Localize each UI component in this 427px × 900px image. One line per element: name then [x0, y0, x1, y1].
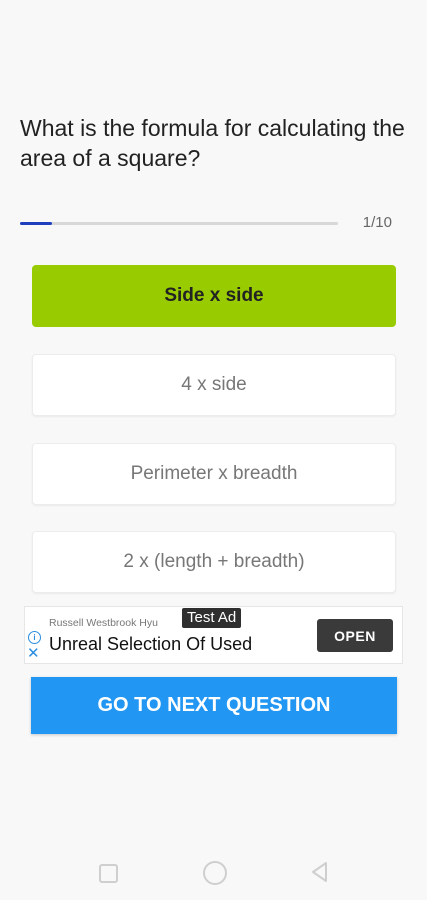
progress-bar [20, 222, 338, 225]
recent-apps-icon[interactable] [99, 864, 118, 883]
info-icon[interactable]: i [28, 631, 41, 644]
answer-option-3[interactable]: Perimeter x breadth [32, 443, 396, 505]
back-icon[interactable] [310, 861, 330, 883]
progress-fill [20, 222, 52, 225]
home-icon[interactable] [203, 861, 227, 885]
close-icon[interactable]: ✕ [27, 646, 40, 662]
progress-counter: 1/10 [362, 214, 392, 231]
ad-sponsor: Russell Westbrook Hyu [49, 617, 158, 629]
progress-row: 1/10 [20, 212, 392, 236]
ad-banner[interactable]: i ✕ Russell Westbrook Hyu Test Ad Unreal… [24, 606, 403, 664]
system-navigation-bar [0, 845, 427, 900]
answer-option-2[interactable]: 4 x side [32, 354, 396, 416]
test-ad-badge: Test Ad [182, 608, 242, 628]
answer-option-4[interactable]: 2 x (length + breadth) [32, 531, 396, 593]
ad-open-button[interactable]: OPEN [317, 619, 393, 652]
answer-option-1[interactable]: Side x side [32, 265, 396, 327]
ad-headline[interactable]: Unreal Selection Of Used [49, 634, 252, 655]
next-question-button[interactable]: GO TO NEXT QUESTION [31, 677, 397, 734]
question-text: What is the formula for calculating the … [20, 115, 405, 171]
